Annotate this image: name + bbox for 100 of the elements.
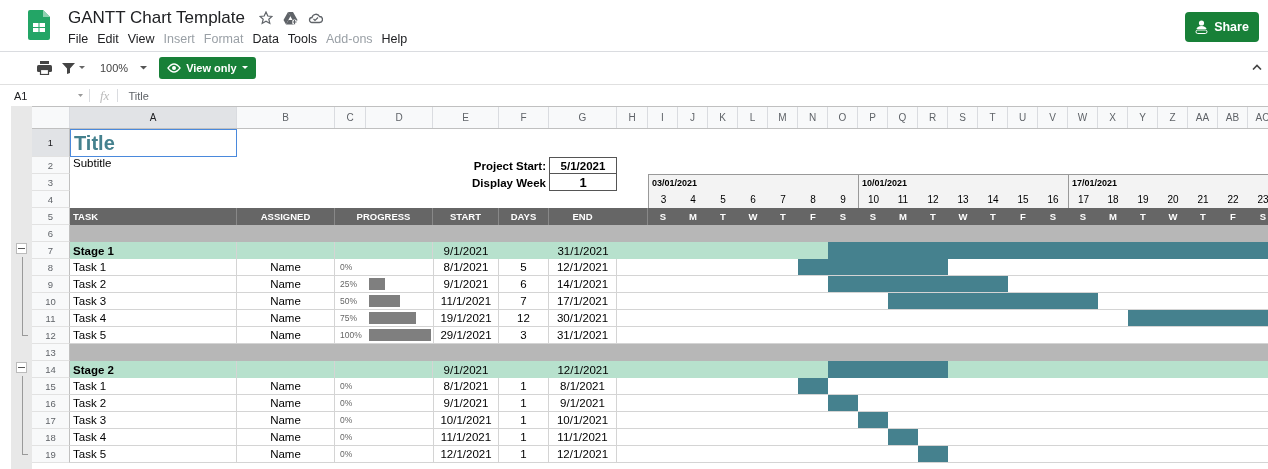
column-header[interactable]: AB (1218, 107, 1248, 128)
row-number[interactable]: 14 (32, 361, 70, 378)
row-number[interactable]: 18 (32, 429, 70, 446)
filter-icon[interactable] (62, 62, 75, 74)
row-number[interactable]: 11 (32, 310, 70, 327)
menu-item[interactable]: Help (381, 32, 408, 46)
table-cell: Name (237, 378, 335, 395)
row-number[interactable]: 1 (32, 129, 70, 157)
column-header[interactable]: O (828, 107, 858, 128)
sheet-title[interactable]: Title (70, 129, 237, 157)
menu-item[interactable]: Data (252, 32, 279, 46)
column-header[interactable]: V (1038, 107, 1068, 128)
table-cell: 11/1/2021 (433, 429, 499, 446)
column-header[interactable]: H (617, 107, 648, 128)
column-header[interactable]: Z (1158, 107, 1188, 128)
formula-content[interactable]: Title (128, 89, 149, 102)
column-header[interactable]: K (708, 107, 738, 128)
weekday-label: T (768, 208, 798, 225)
collapse-toggle[interactable] (16, 362, 27, 373)
table-cell: 8/1/2021 (549, 378, 617, 395)
column-header[interactable]: N (798, 107, 828, 128)
table-cell: 9/1/2021 (433, 361, 499, 378)
row-number[interactable]: 6 (32, 225, 70, 242)
column-heading: ASSIGNED (237, 208, 335, 225)
column-header[interactable]: E (433, 107, 499, 128)
print-icon[interactable] (37, 61, 52, 75)
column-header[interactable]: C (335, 107, 366, 128)
column-header[interactable]: Q (888, 107, 918, 128)
row-number[interactable]: 13 (32, 344, 70, 361)
column-header[interactable]: Y (1128, 107, 1158, 128)
cell-reference[interactable]: A1 (14, 89, 78, 102)
menu-item[interactable]: View (127, 32, 155, 46)
row-number[interactable]: 19 (32, 446, 70, 463)
table-cell: 25% (335, 276, 366, 293)
table-cell: 10/1/2021 (433, 412, 499, 429)
column-header[interactable]: B (237, 107, 335, 128)
collapse-toggle[interactable] (16, 243, 27, 254)
row-number[interactable]: 10 (32, 293, 70, 310)
column-header[interactable]: F (499, 107, 549, 128)
weekday-label: W (948, 208, 978, 225)
zoom-level[interactable]: 100% (100, 62, 129, 74)
star-icon[interactable] (259, 11, 273, 25)
table-cell: 9/1/2021 (433, 242, 499, 259)
column-header[interactable]: G (549, 107, 617, 128)
row-number[interactable]: 9 (32, 276, 70, 293)
row-number[interactable]: 8 (32, 259, 70, 276)
table-cell: 5 (499, 259, 549, 276)
column-header[interactable]: S (948, 107, 978, 128)
table-cell: 8/1/2021 (433, 259, 499, 276)
row-number[interactable]: 2 (32, 157, 70, 174)
menu-item[interactable]: Tools (287, 32, 318, 46)
table-cell: Name (237, 412, 335, 429)
table-cell: Task 1 (70, 378, 237, 395)
column-header[interactable]: W (1068, 107, 1098, 128)
menu-item[interactable]: File (68, 32, 89, 46)
column-header[interactable]: AA (1188, 107, 1218, 128)
row-number[interactable]: 15 (32, 378, 70, 395)
table-cell: 8/1/2021 (433, 378, 499, 395)
column-header[interactable]: J (678, 107, 708, 128)
row-number[interactable]: 4 (32, 191, 70, 208)
column-header[interactable]: D (366, 107, 433, 128)
field-label: Project Start: (472, 158, 547, 174)
row-number[interactable]: 5 (32, 208, 70, 225)
share-button[interactable]: Share (1185, 12, 1259, 42)
column-header[interactable]: M (768, 107, 798, 128)
row-number[interactable]: 16 (32, 395, 70, 412)
table-cell: 9/1/2021 (433, 276, 499, 293)
row-number[interactable]: 12 (32, 327, 70, 344)
sheets-logo[interactable] (28, 10, 50, 40)
drive-icon[interactable] (283, 11, 298, 25)
row-number[interactable]: 7 (32, 242, 70, 259)
table-cell: 14/1/2021 (549, 276, 617, 293)
column-header[interactable]: L (738, 107, 768, 128)
table-cell: 9/1/2021 (433, 395, 499, 412)
table-cell: Task 3 (70, 293, 237, 310)
caret-icon[interactable] (79, 66, 85, 70)
column-header[interactable]: A (70, 107, 237, 128)
table-cell: 0% (335, 378, 366, 395)
caret-icon[interactable] (140, 66, 148, 70)
project-start-value[interactable]: 5/1/2021 (549, 157, 617, 174)
column-header[interactable]: T (978, 107, 1008, 128)
column-header[interactable]: I (648, 107, 678, 128)
row-number[interactable]: 3 (32, 174, 70, 191)
column-header[interactable]: R (918, 107, 948, 128)
table-cell: 75% (335, 310, 366, 327)
collapse-chevron-icon[interactable] (1252, 64, 1262, 70)
row-number[interactable]: 17 (32, 412, 70, 429)
day-number: 3 (648, 191, 678, 208)
cloud-icon[interactable] (308, 12, 323, 24)
subtitle: Subtitle (72, 157, 113, 171)
view-mode-button[interactable]: View only (159, 57, 256, 79)
day-number: 14 (978, 191, 1008, 208)
document-title[interactable]: GANTT Chart Template (68, 8, 245, 28)
menu-item[interactable]: Edit (97, 32, 119, 46)
column-heading: START (433, 208, 499, 225)
column-header[interactable]: X (1098, 107, 1128, 128)
display-week-value[interactable]: 1 (549, 174, 617, 191)
column-header[interactable]: P (858, 107, 888, 128)
column-header[interactable]: U (1008, 107, 1038, 128)
table-cell: 0% (335, 259, 366, 276)
